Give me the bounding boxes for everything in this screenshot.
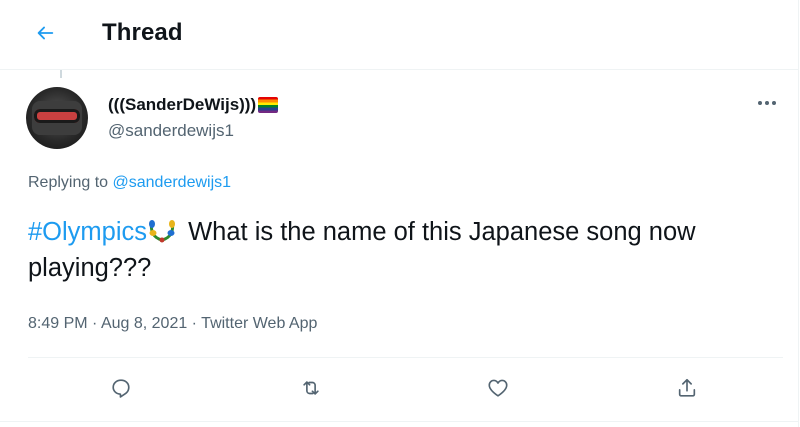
user-handle[interactable]: @sanderdewijs1 [108, 121, 234, 141]
reply-icon [112, 379, 130, 398]
avatar-glasses [34, 109, 80, 123]
olympic-wreath-icon [149, 220, 176, 243]
meta-separator: · [187, 315, 202, 332]
page-title: Thread [102, 19, 183, 46]
divider [28, 357, 783, 358]
rainbow-flag-icon [258, 97, 279, 113]
replying-prefix: Replying to [28, 174, 113, 191]
tweet-meta: 8:49 PM · Aug 8, 2021 · Twitter Web App [28, 315, 317, 333]
tweet-source-link[interactable]: Twitter Web App [201, 315, 317, 332]
tweet-text: #Olympics What is the name of this Japan… [28, 214, 778, 286]
thread-connector-line [60, 70, 62, 78]
more-dots-icon [758, 101, 776, 105]
like-button[interactable] [478, 368, 518, 408]
more-options-button[interactable] [748, 88, 786, 118]
reply-button[interactable] [101, 368, 141, 408]
meta-separator: · [87, 315, 101, 332]
arrow-left-icon [37, 26, 54, 40]
share-icon [678, 378, 696, 397]
replying-to: Replying to @sanderdewijs1 [28, 174, 231, 192]
avatar[interactable] [26, 87, 88, 149]
tweet-date[interactable]: Aug 8, 2021 [101, 315, 187, 332]
display-name[interactable]: (((SanderDeWijs))) [108, 95, 279, 115]
back-button[interactable] [26, 14, 64, 52]
heart-icon [488, 379, 508, 397]
header: Thread [0, 0, 798, 70]
tweet-time[interactable]: 8:49 PM [28, 315, 88, 332]
divider-bottom [0, 421, 798, 422]
replying-mention-link[interactable]: @sanderdewijs1 [113, 174, 232, 191]
thread-page: Thread (((SanderDeWijs))) @sanderdewijs1… [0, 0, 799, 427]
tweet-actions-bar [0, 368, 798, 412]
retweet-icon [303, 381, 319, 395]
share-button[interactable] [667, 368, 707, 408]
retweet-button[interactable] [291, 368, 331, 408]
hashtag-link[interactable]: #Olympics [28, 218, 147, 246]
display-name-text: (((SanderDeWijs))) [108, 95, 257, 114]
